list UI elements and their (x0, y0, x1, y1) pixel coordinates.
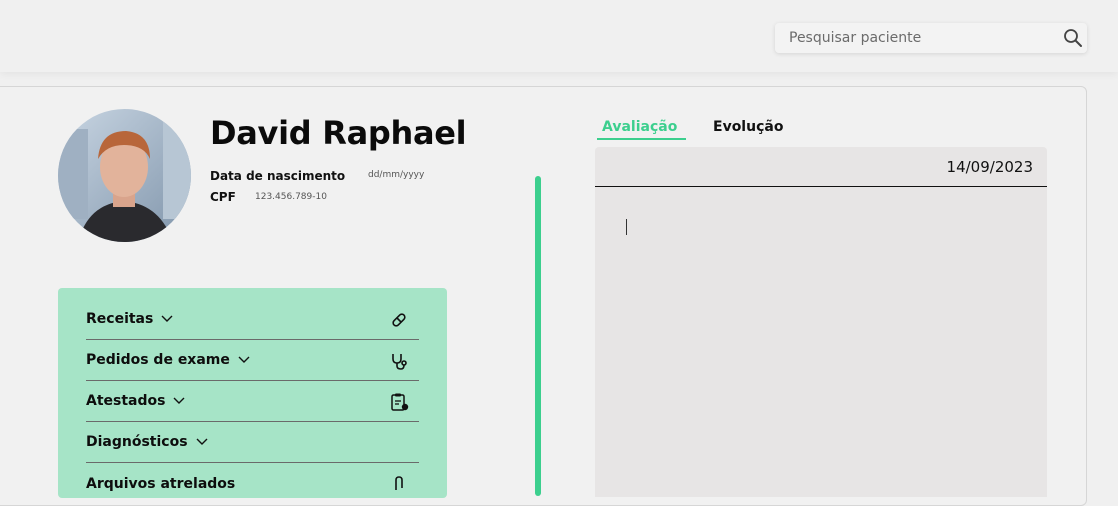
search-box[interactable] (775, 23, 1087, 53)
clipboard-icon (391, 393, 409, 411)
menu-item-label: Receitas (86, 311, 154, 327)
patient-name: David Raphael (210, 114, 467, 152)
menu-item-arquivos[interactable]: Arquivos atrelados (86, 463, 419, 504)
paperclip-icon (395, 476, 403, 490)
chevron-down-icon (173, 397, 185, 404)
chevron-down-icon (196, 438, 208, 445)
menu-item-label: Atestados (86, 393, 166, 409)
chevron-down-icon (238, 356, 250, 363)
avatar (58, 109, 191, 242)
stethoscope-icon (392, 354, 407, 370)
birth-date-value: dd/mm/yyyy (368, 170, 425, 180)
birth-date-label: Data de nascimento (210, 169, 346, 183)
menu-item-label: Diagnósticos (86, 434, 188, 450)
menu-item-atestados[interactable]: Atestados (86, 381, 419, 422)
editor-header: 14/09/2023 (595, 147, 1047, 187)
cpf-label: CPF (210, 190, 236, 204)
tab-evolucao[interactable]: Evolução (713, 119, 783, 135)
menu-item-label: Arquivos atrelados (86, 475, 236, 492)
cpf-value: 123.456.789-10 (255, 192, 327, 202)
menu-item-receitas[interactable]: Receitas (86, 299, 419, 340)
text-caret (626, 219, 627, 235)
chevron-down-icon (161, 315, 173, 322)
editor-date: 14/09/2023 (946, 158, 1033, 176)
divider-bar (535, 176, 541, 496)
tab-avaliacao[interactable]: Avaliação (602, 119, 677, 135)
search-icon[interactable] (1063, 28, 1083, 48)
active-tab-underline (597, 138, 686, 140)
search-input[interactable] (775, 23, 1055, 53)
evaluation-editor[interactable]: 14/09/2023 (595, 147, 1047, 497)
menu-item-diagnosticos[interactable]: Diagnósticos (86, 422, 419, 463)
menu-item-pedidos-exame[interactable]: Pedidos de exame (86, 340, 419, 381)
records-menu: Receitas Pedidos de exame Atestados Diag… (58, 288, 447, 498)
menu-item-label: Pedidos de exame (86, 352, 230, 368)
pill-icon (392, 313, 406, 327)
